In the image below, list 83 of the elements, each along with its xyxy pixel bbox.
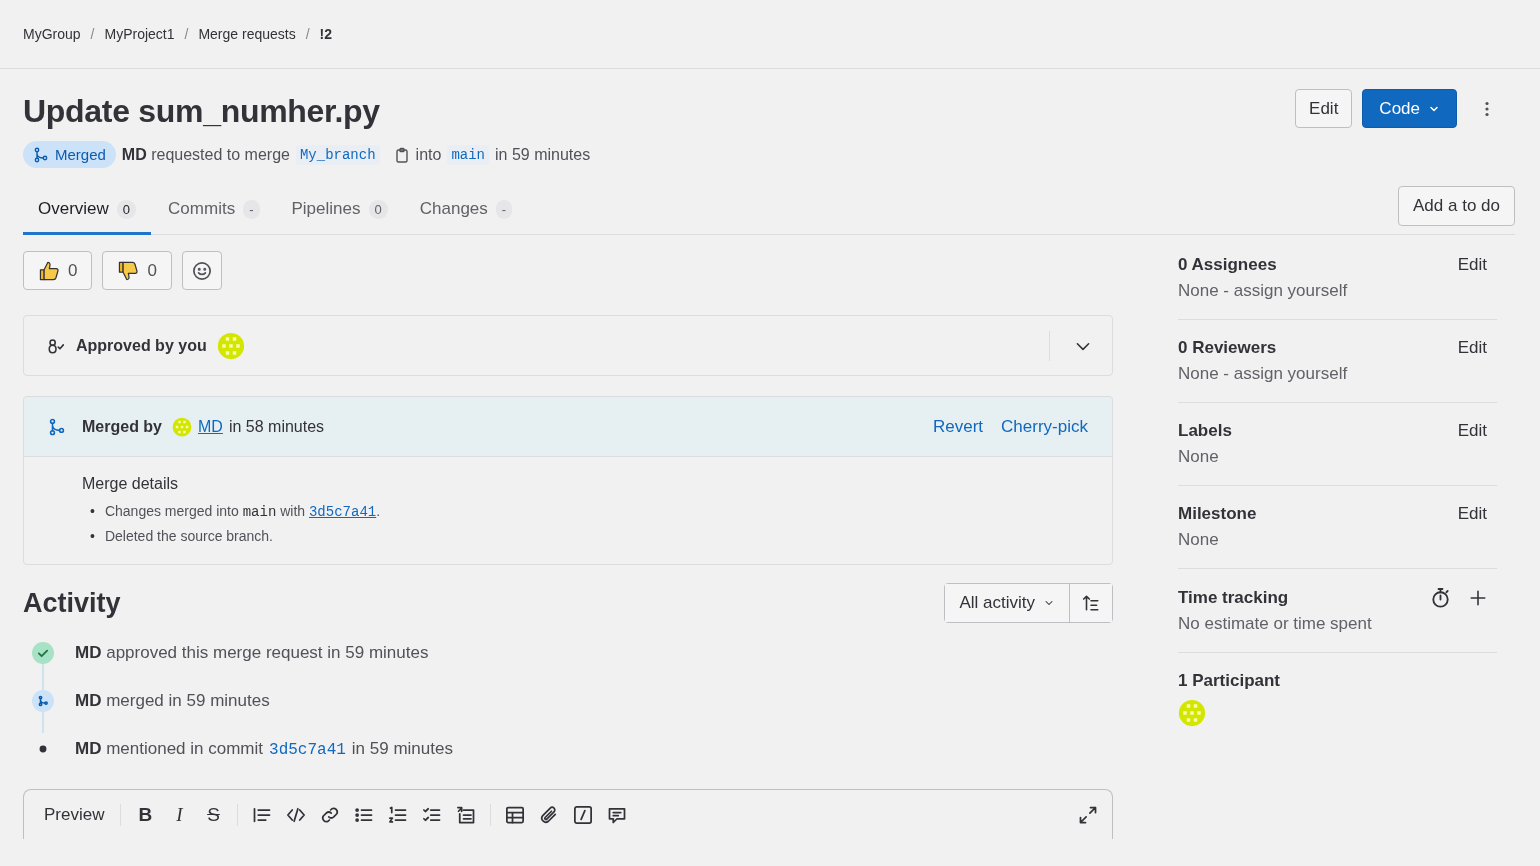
edit-link[interactable]: Edit	[1457, 504, 1487, 524]
breadcrumb-link[interactable]: MyProject1	[104, 26, 175, 42]
reaction-button[interactable]: 0	[102, 251, 172, 290]
code-button[interactable]: Code	[1362, 89, 1457, 128]
avatar	[216, 331, 245, 360]
merge-time: in 58 minutes	[228, 417, 325, 436]
action-link[interactable]: Revert	[933, 416, 984, 437]
tab[interactable]: Commits -	[153, 186, 275, 235]
approval-text: Approved by you	[76, 336, 207, 355]
slash-icon[interactable]	[573, 804, 594, 825]
branch-name[interactable]: main	[447, 144, 489, 165]
sidebar-heading: Labels	[1178, 421, 1232, 441]
merge-summary: MD requested to merge	[121, 145, 290, 164]
breadcrumb-separator: /	[90, 26, 95, 42]
italic-button[interactable]: I	[169, 803, 190, 826]
sidebar-heading: Time tracking	[1178, 587, 1289, 608]
activity-text: MD merged in 59 minutes	[75, 691, 270, 711]
merge-icon	[48, 417, 66, 436]
edit-link[interactable]: Edit	[1457, 421, 1487, 441]
branch-name[interactable]: My_branch	[295, 144, 380, 165]
numbers-icon[interactable]	[388, 804, 409, 825]
tab[interactable]: Changes -	[404, 186, 528, 235]
activity-text: MD approved this merge request in 59 minutes	[75, 643, 429, 663]
thumbs-up-icon	[38, 259, 60, 282]
user-link[interactable]: MD	[198, 417, 223, 436]
merge-icon	[32, 690, 54, 712]
bullet: •	[90, 502, 95, 521]
reaction-button[interactable]: 0	[23, 251, 93, 290]
avatar	[1178, 699, 1206, 727]
link-icon[interactable]	[320, 804, 341, 825]
sort-button[interactable]	[1070, 584, 1112, 622]
copy-icon[interactable]	[393, 145, 410, 164]
stopwatch-icon[interactable]	[1430, 587, 1451, 608]
breadcrumb-separator: /	[305, 26, 310, 42]
plus-icon[interactable]	[1469, 588, 1487, 607]
merge-detail: Changes merged into main with 3d5c7a41.	[104, 502, 381, 522]
merge-detail: Deleted the source branch.	[104, 527, 273, 546]
sidebar-value: No estimate or time spent	[1178, 614, 1373, 634]
bullet: •	[90, 527, 95, 546]
sidebar-heading: Milestone	[1178, 504, 1257, 524]
activity-text: MD mentioned in commit	[75, 739, 264, 759]
sidebar-heading: 1 Participant	[1178, 671, 1281, 691]
collapsible-icon[interactable]	[456, 804, 477, 825]
tab[interactable]: Pipelines 0	[276, 186, 403, 235]
sort-icon	[1082, 594, 1100, 612]
merge-into-text: into	[415, 145, 442, 164]
action-link[interactable]: Cherry-pick	[1001, 416, 1088, 437]
sidebar-value: None - assign yourself	[1178, 364, 1349, 384]
merge-icon	[33, 146, 49, 163]
sidebar-value: None - assign yourself	[1178, 281, 1349, 301]
filter-dropdown[interactable]: All activity	[945, 584, 1070, 622]
breadcrumb-link[interactable]: MyGroup	[23, 26, 81, 42]
approval-icon	[46, 336, 66, 355]
bold-button[interactable]: B	[135, 803, 156, 826]
breadcrumb-link[interactable]: Merge requests	[198, 26, 296, 42]
section-heading: Activity	[23, 587, 121, 619]
merge-time: in 59 minutes	[495, 145, 591, 164]
edit-link[interactable]: Edit	[1457, 255, 1487, 275]
activity-time: in 59 minutes	[351, 739, 453, 759]
edit-button[interactable]: Edit	[1295, 89, 1353, 128]
sidebar-value: None	[1178, 530, 1220, 550]
fullscreen-icon[interactable]	[1078, 804, 1098, 825]
page-title: Update sum_numher.py	[23, 92, 381, 131]
sidebar-value: None	[1178, 447, 1220, 467]
breadcrumb-separator: /	[184, 26, 189, 42]
commit-link[interactable]: 3d5c7a41	[269, 741, 346, 759]
edit-link[interactable]: Edit	[1457, 338, 1487, 358]
avatar	[172, 416, 192, 437]
emoji-button[interactable]	[181, 251, 222, 290]
merge-details-title: Merge details	[82, 475, 180, 493]
add-todo-button[interactable]: Add a to do	[1398, 186, 1515, 226]
merged-by-label: Merged by	[82, 417, 162, 436]
breadcrumb-link[interactable]: !2	[319, 26, 332, 42]
table-icon[interactable]	[505, 804, 526, 825]
strikethrough-button[interactable]: S	[203, 803, 224, 826]
tab[interactable]: Overview 0	[23, 186, 152, 235]
sidebar-heading: 0 Reviewers	[1178, 338, 1277, 358]
thumbs-down-icon	[117, 259, 140, 282]
status-badge: Merged	[23, 141, 116, 168]
preview-tab[interactable]: Preview	[42, 804, 107, 825]
smiley-icon	[191, 260, 212, 281]
check-icon	[32, 642, 54, 664]
sidebar-heading: 0 Assignees	[1178, 255, 1277, 275]
